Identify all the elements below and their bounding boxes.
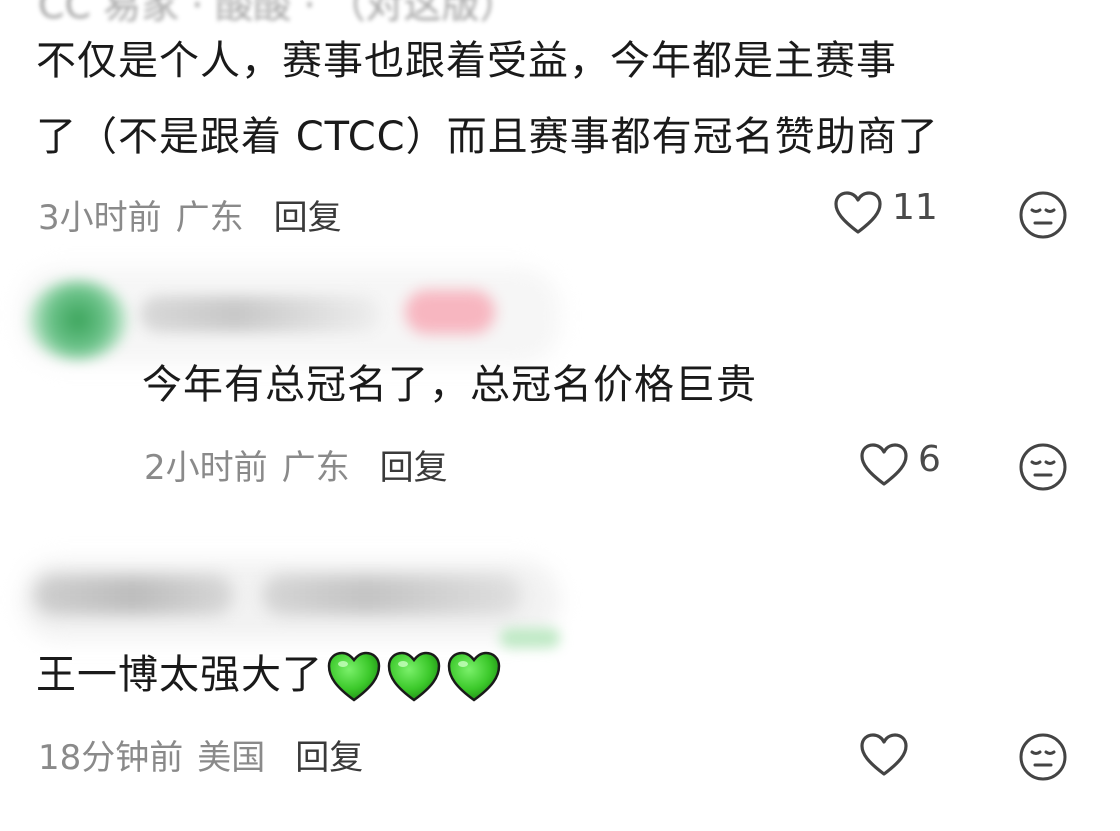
heart-outline-icon bbox=[834, 191, 882, 234]
emoji-reaction-button[interactable] bbox=[1018, 732, 1068, 786]
comment-text: 王一博太强大了 bbox=[36, 644, 503, 706]
like-button[interactable]: 6 bbox=[858, 438, 941, 488]
like-count: 6 bbox=[918, 438, 941, 480]
comment-meta: 3小时前 广东 回复 bbox=[38, 190, 342, 239]
neutral-face-icon bbox=[1019, 733, 1067, 781]
neutral-face-icon bbox=[1019, 191, 1067, 239]
green-heart-icon bbox=[387, 651, 441, 702]
comment-time: 3小时前 bbox=[38, 198, 162, 238]
blurred-username[interactable] bbox=[140, 296, 380, 332]
heart-outline-icon bbox=[860, 733, 908, 776]
blurred-user-tag bbox=[262, 575, 522, 615]
comment-text-line-1: 不仅是个人，赛事也跟着受益，今年都是主赛事 bbox=[36, 38, 897, 84]
green-heart-icon bbox=[447, 651, 501, 702]
emoji-reaction-button[interactable] bbox=[1018, 442, 1068, 496]
comment-text-line-2: 了（不是跟着 CTCC）而且赛事都有冠名赞助商了 bbox=[36, 114, 939, 160]
comment-location: 广东 bbox=[175, 198, 244, 238]
reply-button[interactable]: 回复 bbox=[274, 198, 342, 238]
reply-location: 广东 bbox=[281, 448, 350, 488]
heart-outline-icon bbox=[860, 443, 908, 486]
blurred-badge bbox=[405, 290, 495, 334]
avatar[interactable] bbox=[28, 280, 128, 360]
neutral-face-icon bbox=[1019, 443, 1067, 491]
emoji-reaction-button[interactable] bbox=[1018, 190, 1068, 244]
reply-meta: 2小时前 广东 回复 bbox=[144, 440, 448, 489]
comment-time: 18分钟前 bbox=[38, 738, 184, 778]
like-button[interactable] bbox=[858, 732, 910, 778]
reply-button[interactable]: 回复 bbox=[295, 738, 363, 778]
comment-location: 美国 bbox=[197, 738, 266, 778]
reply-button[interactable]: 回复 bbox=[380, 448, 448, 488]
blurred-username[interactable] bbox=[34, 575, 234, 615]
like-count: 11 bbox=[892, 186, 938, 228]
like-button[interactable]: 11 bbox=[832, 186, 938, 236]
reply-text: 今年有总冠名了，总冠名价格巨贵 bbox=[142, 362, 757, 408]
green-hearts bbox=[325, 650, 503, 704]
comment-thread: CC 易家 · 酸酸 · （对这版） 不仅是个人，赛事也跟着受益，今年都是主赛事… bbox=[0, 0, 1120, 831]
comment-text-content: 王一博太强大了 bbox=[36, 652, 323, 698]
blurred-decoration bbox=[500, 628, 560, 648]
reply-time: 2小时前 bbox=[144, 448, 268, 488]
comment-meta: 18分钟前 美国 回复 bbox=[38, 730, 363, 779]
username-cutoff: CC 易家 · 酸酸 · （对这版） bbox=[38, 0, 518, 27]
green-heart-icon bbox=[327, 651, 381, 702]
